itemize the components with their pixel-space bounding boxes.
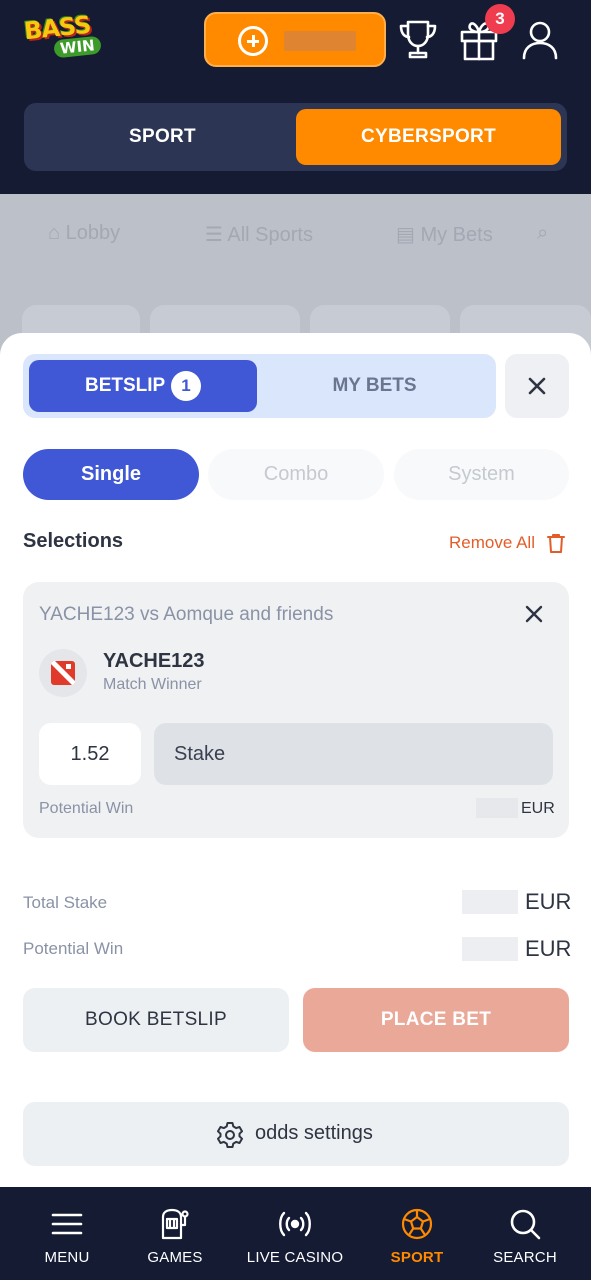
betslip-count-badge: 1 — [171, 371, 201, 401]
search-icon: ⌕ — [537, 222, 549, 244]
nav-search[interactable]: SEARCH — [482, 1187, 568, 1280]
betslip-tabs: BETSLIP 1 MY BETS — [23, 354, 496, 418]
bottom-navigation: MENU GAMES LIVE CASINO SPORT SEARCH — [0, 1187, 591, 1280]
dota2-icon — [39, 649, 87, 697]
live-broadcast-icon — [279, 1211, 311, 1237]
hamburger-menu-icon — [51, 1213, 83, 1235]
bet-type-single[interactable]: Single — [23, 449, 199, 500]
total-stake-label: Total Stake — [23, 893, 108, 912]
book-betslip-button[interactable]: BOOK BETSLIP — [23, 988, 289, 1052]
slot-machine-icon — [161, 1208, 189, 1240]
filter-icon: ☰ — [205, 224, 223, 246]
odds-settings-label: odds settings — [255, 1122, 373, 1144]
trash-icon[interactable] — [545, 532, 567, 554]
total-stake-redacted — [462, 890, 518, 914]
close-betslip-button[interactable] — [505, 354, 569, 418]
search-icon — [510, 1209, 541, 1240]
place-bet-button[interactable]: PLACE BET — [303, 988, 569, 1052]
nav-live-casino[interactable]: LIVE CASINO — [236, 1187, 354, 1280]
odds-settings-button[interactable]: odds settings — [23, 1102, 569, 1166]
nav-sport[interactable]: SPORT — [374, 1187, 460, 1280]
tab-sport[interactable]: SPORT — [30, 109, 295, 165]
trophy-icon[interactable] — [398, 18, 438, 62]
stake-input[interactable] — [154, 723, 553, 785]
selection-potential-win-currency: EUR — [521, 800, 555, 817]
gift-count-badge: 3 — [485, 4, 515, 34]
nav-my-bets: ▤ My Bets — [396, 224, 493, 246]
tab-my-bets[interactable]: MY BETS — [259, 360, 490, 412]
remove-selection-icon[interactable] — [522, 602, 546, 626]
football-icon — [401, 1208, 433, 1240]
selection-pick: YACHE123 — [103, 650, 205, 672]
nav-all-sports: ☰ All Sports — [205, 224, 313, 246]
home-icon: ⌂ — [48, 222, 61, 244]
bet-type-system[interactable]: System — [394, 449, 569, 500]
selections-heading: Selections — [23, 530, 124, 552]
top-header: BASS WIN 3 SPORT CYBERSPORT — [0, 0, 591, 194]
selection-potential-win-label: Potential Win — [39, 800, 134, 817]
remove-all-link[interactable]: Remove All — [449, 533, 535, 553]
nav-menu[interactable]: MENU — [24, 1187, 110, 1280]
selection-potential-win-redacted — [476, 798, 518, 818]
plus-icon — [238, 26, 268, 56]
balance-redacted — [284, 31, 356, 51]
deposit-button[interactable] — [204, 12, 386, 67]
total-stake-currency: EUR — [525, 889, 572, 914]
match-name: YACHE123 vs Aomque and friends — [39, 604, 334, 625]
potential-win-redacted — [462, 937, 518, 961]
potential-win-currency: EUR — [525, 936, 572, 961]
bass-win-logo[interactable]: BASS WIN — [23, 11, 108, 64]
clipboard-icon: ▤ — [396, 224, 415, 246]
user-profile-icon[interactable] — [520, 18, 560, 62]
sport-mode-switch: SPORT CYBERSPORT — [24, 103, 567, 171]
tab-betslip[interactable]: BETSLIP 1 — [29, 360, 257, 412]
nav-lobby: ⌂ Lobby — [48, 222, 121, 244]
selection-card: YACHE123 vs Aomque and friends YACHE123 … — [23, 582, 569, 838]
selection-odds: 1.52 — [39, 723, 141, 785]
potential-win-label: Potential Win — [23, 939, 124, 958]
nav-games[interactable]: GAMES — [132, 1187, 218, 1280]
gear-icon — [217, 1122, 243, 1148]
close-icon — [528, 377, 546, 395]
tab-cybersport[interactable]: CYBERSPORT — [296, 109, 561, 165]
selection-market: Match Winner — [103, 676, 202, 693]
bet-type-combo[interactable]: Combo — [208, 449, 384, 500]
